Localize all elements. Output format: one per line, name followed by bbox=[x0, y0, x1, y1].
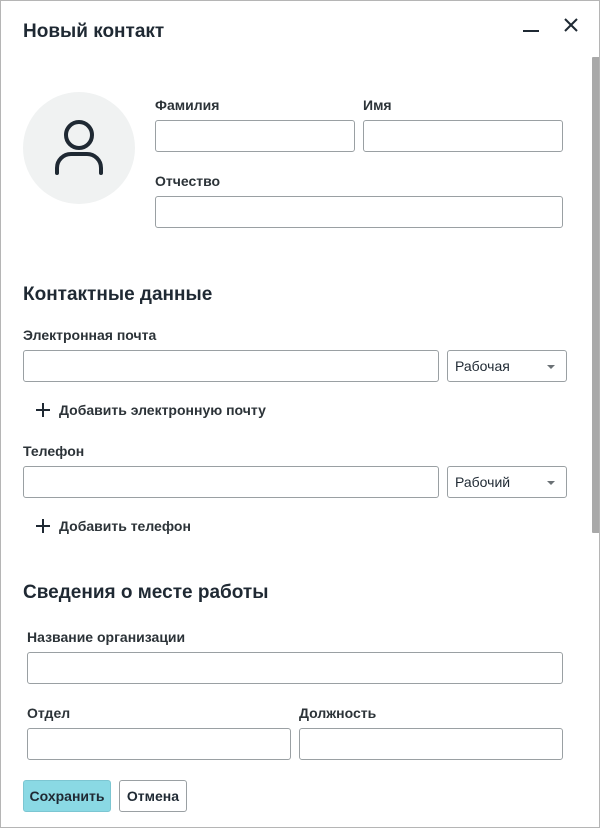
user-icon bbox=[55, 120, 103, 175]
add-email-label: Добавить электронную почту bbox=[59, 402, 266, 418]
email-label: Электронная почта bbox=[23, 327, 157, 343]
first-name-input[interactable] bbox=[363, 120, 563, 152]
phone-type-select[interactable]: Рабочий bbox=[447, 466, 567, 498]
org-input[interactable] bbox=[27, 652, 563, 684]
plus-icon bbox=[36, 403, 50, 417]
dialog-title: Новый контакт bbox=[23, 21, 165, 42]
department-label: Отдел bbox=[27, 705, 71, 721]
email-type-value: Рабочая bbox=[455, 358, 510, 374]
chevron-down-icon bbox=[547, 481, 555, 485]
first-name-label: Имя bbox=[363, 97, 392, 113]
org-label: Название организации bbox=[27, 629, 186, 645]
add-phone-button[interactable]: Добавить телефон bbox=[35, 516, 191, 536]
department-input[interactable] bbox=[27, 728, 291, 760]
minimize-icon bbox=[523, 30, 539, 32]
middle-name-input[interactable] bbox=[155, 196, 563, 228]
contacts-section-title: Контактные данные bbox=[23, 284, 213, 305]
cancel-button[interactable]: Отмена bbox=[119, 780, 187, 812]
middle-name-label: Отчество bbox=[155, 173, 221, 189]
position-label: Должность bbox=[299, 705, 377, 721]
email-input[interactable] bbox=[23, 350, 439, 382]
last-name-label: Фамилия bbox=[155, 97, 220, 113]
plus-icon bbox=[36, 519, 50, 533]
close-button[interactable] bbox=[559, 13, 583, 37]
work-section-title: Сведения о месте работы bbox=[23, 582, 269, 603]
chevron-down-icon bbox=[547, 365, 555, 369]
phone-type-value: Рабочий bbox=[455, 474, 511, 490]
last-name-input[interactable] bbox=[155, 120, 355, 152]
close-icon bbox=[564, 18, 578, 32]
phone-label: Телефон bbox=[23, 443, 85, 459]
minimize-button[interactable] bbox=[519, 13, 543, 37]
scrollbar-thumb[interactable] bbox=[592, 57, 599, 533]
add-email-button[interactable]: Добавить электронную почту bbox=[35, 400, 266, 420]
position-input[interactable] bbox=[299, 728, 563, 760]
avatar[interactable] bbox=[23, 92, 135, 204]
new-contact-dialog: Новый контакт Фамилия Имя Отчество Конта… bbox=[0, 0, 600, 828]
save-button[interactable]: Сохранить bbox=[23, 780, 111, 812]
phone-input[interactable] bbox=[23, 466, 439, 498]
email-type-select[interactable]: Рабочая bbox=[447, 350, 567, 382]
add-phone-label: Добавить телефон bbox=[59, 518, 191, 534]
